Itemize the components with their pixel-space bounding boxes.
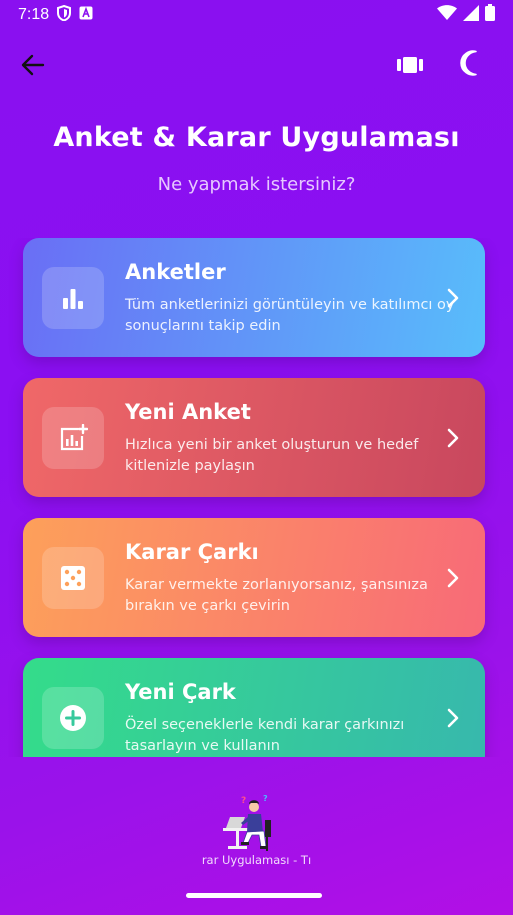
dark-mode-button[interactable] [456, 48, 486, 78]
carousel-button[interactable] [395, 50, 425, 80]
chevron-right-icon [447, 288, 459, 308]
footer-text: rar Uygulaması - Tı [201, 853, 312, 867]
app-bar [0, 46, 513, 82]
card-anketler[interactable]: Anketler Tüm anketlerinizi görüntüleyin … [23, 238, 485, 357]
card-title: Karar Çarkı [125, 540, 259, 564]
person-with-laptop-illustration: ? ? [223, 795, 271, 851]
card-karar-carki[interactable]: Karar Çarkı Karar vermekte zorlanıyorsan… [23, 518, 485, 637]
card-description: Hızlıca yeni bir anket oluşturun ve hede… [125, 437, 419, 474]
add-circle-icon [60, 705, 86, 731]
card-title: Anketler [125, 260, 226, 284]
shield-icon [57, 4, 72, 26]
status-bar: 7:18 [0, 0, 513, 30]
card-description: Karar vermekte zorlanıyorsanız, şansınız… [125, 577, 428, 614]
svg-text:?: ? [241, 796, 246, 806]
page-title: Anket & Karar Uygulaması [53, 122, 460, 153]
card-title: Yeni Çark [125, 680, 236, 704]
chevron-right-icon [447, 568, 459, 588]
battery-icon [485, 4, 495, 26]
card-icon-box [42, 407, 104, 469]
font-a-icon [79, 6, 93, 25]
bar-chart-icon [63, 289, 83, 309]
chevron-right-icon [447, 428, 459, 448]
chevron-right-icon [447, 708, 459, 728]
svg-text:?: ? [263, 795, 268, 803]
card-title: Yeni Anket [125, 400, 251, 424]
card-yeni-anket[interactable]: Yeni Anket Hızlıca yeni bir anket oluştu… [23, 378, 485, 497]
page-subtitle: Ne yapmak istersiniz? [157, 174, 356, 195]
add-chart-icon [60, 424, 88, 451]
card-icon-box [42, 547, 104, 609]
back-button[interactable] [18, 50, 48, 80]
wifi-icon [437, 4, 457, 26]
moon-icon [460, 50, 477, 76]
card-description: Tüm anketlerinizi görüntüleyin ve katılı… [125, 297, 455, 334]
carousel-icon [397, 57, 423, 73]
status-time: 7:18 [18, 6, 50, 23]
signal-icon [463, 4, 479, 26]
card-icon-box [42, 267, 104, 329]
menu-card-list: Anketler Tüm anketlerinizi görüntüleyin … [0, 238, 513, 757]
card-yeni-cark[interactable]: Yeni Çark Özel seçeneklerle kendi karar … [23, 658, 485, 757]
dice-icon [61, 566, 85, 590]
card-description: Özel seçeneklerle kendi karar çarkınızı … [125, 717, 405, 754]
home-indicator[interactable] [186, 893, 322, 898]
card-icon-box [42, 687, 104, 749]
arrow-left-icon [21, 54, 45, 76]
